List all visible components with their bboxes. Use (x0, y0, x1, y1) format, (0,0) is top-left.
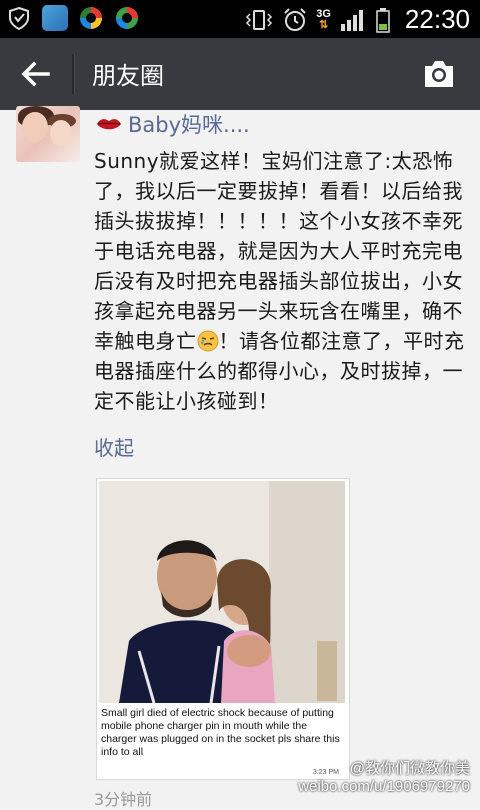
vibrate-icon (246, 9, 273, 30)
page-title: 朋友圈 (92, 62, 164, 90)
network-type: 3G ⇅ (316, 7, 331, 31)
lips-emoji-icon (97, 119, 121, 130)
watermark-handle: @教你们微教你美 (349, 760, 470, 777)
moment-feed: Baby妈咪.... Sunny就爱这样！宝妈们注意了:太恐怖了，我以后一定要拔… (0, 106, 480, 809)
shield-icon (9, 6, 29, 31)
weibo-watermark: @教你们微教你美 weibo.com/u/1906979270 (298, 760, 470, 796)
post-author-name: Baby妈咪.... (128, 113, 250, 137)
app-icon-blue (42, 5, 68, 31)
post-author[interactable]: Baby妈咪.... (96, 110, 250, 138)
battery-icon (376, 7, 390, 33)
signal-icon (340, 9, 363, 31)
arrow-back-icon[interactable] (18, 56, 54, 92)
camera-icon[interactable] (422, 58, 456, 90)
post-image[interactable]: Small girl died of electric shock becaus… (96, 478, 350, 780)
collapse-link[interactable]: 收起 (94, 432, 134, 461)
app-icon-colorful-1 (80, 7, 102, 29)
tearful-face-emoji-icon (197, 330, 218, 352)
post-text: Sunny就爱这样！宝妈们注意了:太恐怖了，我以后一定要拔掉！看看！以后给我插头… (94, 146, 468, 416)
app-icon-colorful-2 (116, 7, 138, 29)
status-clock: 22:30 (404, 4, 470, 34)
appbar-divider (72, 54, 75, 94)
alarm-icon (284, 7, 306, 31)
photo-caption: Small girl died of electric shock becaus… (101, 707, 340, 758)
post-time: 3分钟前 (94, 790, 153, 809)
watermark-url: weibo.com/u/1906979270 (298, 778, 470, 795)
app-bar: 朋友圈 (0, 38, 480, 110)
status-left-icons (6, 5, 140, 31)
status-right-icons: 3G ⇅ 22:30 (244, 4, 470, 35)
avatar[interactable] (16, 106, 80, 162)
photo-illustration (99, 481, 345, 703)
post-text-part1: Sunny就爱这样！宝妈们注意了:太恐怖了，我以后一定要拔掉！看看！以后给我插头… (94, 149, 463, 353)
status-bar: 3G ⇅ 22:30 (0, 0, 480, 38)
post-photo-content (99, 481, 345, 703)
